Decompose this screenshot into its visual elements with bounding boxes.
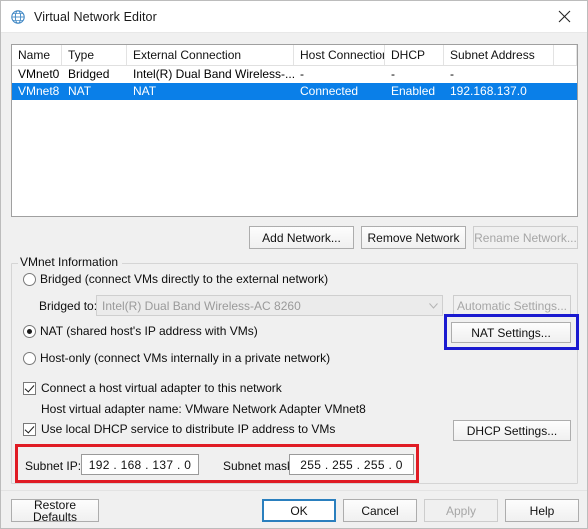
cell-external-connection: NAT (133, 84, 157, 98)
cell-filler (554, 66, 577, 83)
vmnet-information-title: VMnet Information (18, 255, 123, 269)
subnet-ip-label: Subnet IP: (25, 459, 82, 473)
subnet-mask-input[interactable]: 255 . 255 . 255 . 0 (289, 454, 414, 475)
remove-network-button[interactable]: Remove Network (361, 226, 466, 249)
ok-button[interactable]: OK (262, 499, 336, 522)
checkbox-local-dhcp-indicator (23, 422, 36, 436)
virtual-network-editor-dialog: Virtual Network Editor Name Type Externa… (0, 0, 588, 529)
add-network-button[interactable]: Add Network... (249, 226, 354, 249)
checkbox-local-dhcp-label: Use local DHCP service to distribute IP … (41, 422, 336, 436)
title-bar: Virtual Network Editor (1, 1, 587, 32)
cell-external-connection: Intel(R) Dual Band Wireless-... (133, 67, 294, 81)
cell-host-connection: Connected (300, 84, 359, 98)
titlebar-divider (1, 32, 587, 33)
radio-bridged-label: Bridged (connect VMs directly to the ext… (40, 272, 329, 286)
checkbox-local-dhcp[interactable]: Use local DHCP service to distribute IP … (23, 422, 335, 436)
host-virtual-adapter-name: Host virtual adapter name: VMware Networ… (41, 402, 366, 416)
cancel-button[interactable]: Cancel (343, 499, 417, 522)
bridged-to-label: Bridged to: (39, 299, 98, 313)
column-header-dhcp[interactable]: DHCP (385, 45, 444, 65)
column-header-host-connection[interactable]: Host Connection (294, 45, 385, 65)
checkbox-connect-host-adapter[interactable]: Connect a host virtual adapter to this n… (23, 381, 282, 395)
help-button[interactable]: Help (505, 499, 579, 522)
cell-name: VMnet0 (18, 67, 60, 81)
cell-dhcp: - (391, 67, 395, 81)
network-globe-icon (10, 9, 26, 25)
column-header-subnet-address[interactable]: Subnet Address (444, 45, 554, 65)
radio-host-only-indicator (23, 351, 36, 365)
network-list[interactable]: Name Type External Connection Host Conne… (11, 44, 578, 217)
nat-settings-button[interactable]: NAT Settings... (451, 322, 571, 343)
apply-button: Apply (424, 499, 498, 522)
cell-dhcp: Enabled (391, 84, 436, 98)
restore-defaults-button[interactable]: Restore Defaults (11, 499, 99, 523)
radio-nat-label: NAT (shared host's IP address with VMs) (40, 324, 258, 338)
radio-nat[interactable]: NAT (shared host's IP address with VMs) (23, 324, 258, 338)
column-header-name[interactable]: Name (12, 45, 62, 65)
radio-nat-indicator (23, 324, 36, 338)
cell-type: Bridged (68, 67, 110, 81)
radio-host-only[interactable]: Host-only (connect VMs internally in a p… (23, 351, 330, 365)
subnet-mask-label: Subnet mask: (223, 459, 297, 473)
checkbox-connect-host-adapter-indicator (23, 381, 36, 395)
automatic-settings-button: Automatic Settings... (453, 295, 571, 316)
cell-subnet-address: 192.168.137.0 (450, 84, 527, 98)
bridged-to-dropdown: Intel(R) Dual Band Wireless-AC 8260 (96, 295, 443, 316)
network-list-header: Name Type External Connection Host Conne… (12, 45, 577, 66)
close-button[interactable] (541, 1, 587, 32)
window-title: Virtual Network Editor (34, 9, 157, 24)
close-icon (558, 10, 570, 23)
table-row[interactable]: VMnet8 NAT NAT Connected Enabled 192.168… (12, 83, 577, 100)
cell-type: NAT (68, 84, 92, 98)
cell-filler (554, 83, 577, 100)
checkbox-connect-host-adapter-label: Connect a host virtual adapter to this n… (41, 381, 282, 395)
dhcp-settings-button[interactable]: DHCP Settings... (453, 420, 571, 441)
cell-subnet-address: - (450, 67, 454, 81)
cell-host-connection: - (300, 67, 304, 81)
subnet-ip-input[interactable]: 192 . 168 . 137 . 0 (81, 454, 199, 475)
footer-divider (1, 490, 587, 491)
rename-network-button: Rename Network... (473, 226, 578, 249)
column-header-external-connection[interactable]: External Connection (127, 45, 294, 65)
chevron-down-icon (425, 302, 442, 309)
radio-host-only-label: Host-only (connect VMs internally in a p… (40, 351, 331, 365)
radio-bridged-indicator (23, 272, 36, 286)
bridged-to-value: Intel(R) Dual Band Wireless-AC 8260 (102, 298, 301, 313)
column-header-type[interactable]: Type (62, 45, 127, 65)
cell-name: VMnet8 (18, 84, 60, 98)
table-row[interactable]: VMnet0 Bridged Intel(R) Dual Band Wirele… (12, 66, 577, 83)
radio-bridged[interactable]: Bridged (connect VMs directly to the ext… (23, 272, 328, 286)
column-header-filler (554, 45, 577, 65)
